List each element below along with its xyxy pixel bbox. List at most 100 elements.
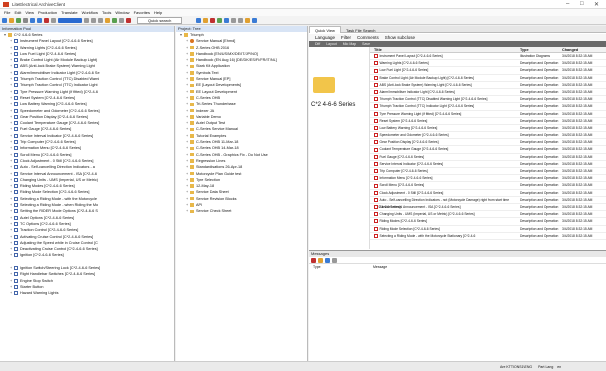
cut-icon[interactable] (84, 17, 89, 23)
table-row[interactable]: Auto - Self-cancelling Direction Indicat… (370, 197, 606, 209)
row-title-text: Triumph Traction Control (TTC) Indicator… (379, 104, 475, 109)
refresh-icon[interactable] (51, 17, 56, 23)
table-row[interactable]: Scroll Menu [C*2-4-6-6 Series] Descriptio… (370, 182, 606, 190)
table-row[interactable]: Alarm/Immobiliser Indicator Light [C*2-4… (370, 89, 606, 97)
tree-item[interactable]: + Hazard Warning Lights (0, 290, 174, 296)
menu-favorites[interactable]: Favorites (134, 10, 150, 15)
menu-window[interactable]: Window (115, 10, 129, 15)
paste-icon[interactable] (98, 17, 103, 23)
row-changed: 3/4/2018 8:32:15 AM (562, 176, 593, 181)
new-icon[interactable] (2, 17, 7, 23)
menu-file[interactable]: File (4, 10, 10, 15)
close-button[interactable]: ✕ (594, 1, 599, 8)
minimize-button[interactable]: – (566, 1, 569, 7)
comments-button[interactable]: Comments (357, 35, 379, 40)
menu-workflow[interactable]: Workflow (82, 10, 98, 15)
table-row[interactable]: Triumph Traction Control (TTC) Indicator… (370, 103, 606, 111)
search-icon[interactable] (196, 17, 202, 23)
forward-icon[interactable] (37, 17, 42, 23)
layout-button[interactable]: Layout (326, 42, 337, 46)
table-row[interactable]: Clock Adjustment - 0 Still [C*2-4-6-6 Se… (370, 190, 606, 197)
save-button[interactable]: Save (362, 42, 370, 46)
document-icon (14, 102, 18, 107)
table-row[interactable]: Reset System [C*2-4-6-6 Series] Descripti… (370, 118, 606, 125)
folder-icon (190, 89, 194, 94)
tab-quick-view[interactable]: Quick View (309, 26, 341, 33)
folder-icon (190, 71, 194, 75)
menu-translate[interactable]: Translate (61, 10, 78, 15)
settings-icon[interactable] (119, 17, 124, 23)
table-row[interactable]: ABS (Anti-lock Brake System) Warning Lig… (370, 82, 606, 89)
tree-item-label: Standardisations 26-Apr-18 (196, 165, 243, 170)
translate-icon[interactable] (224, 17, 230, 23)
folder-icon[interactable] (105, 17, 110, 23)
export-icon[interactable] (203, 17, 209, 23)
row-changed: 3/4/2018 8:32:15 AM (562, 204, 593, 209)
table-row[interactable]: Warning Lights [C*2-4-6-6 Series] Descrip… (370, 60, 606, 68)
tree-item-label: Service Data Sheet (196, 190, 229, 195)
show-subclose-button[interactable]: Show subclose (385, 35, 415, 40)
info-filter-icon[interactable] (325, 257, 330, 263)
clear-icon[interactable] (332, 257, 337, 263)
table-row[interactable]: Information Menu [C*2-4-6-6 Series] Descr… (370, 175, 606, 183)
document-icon (14, 190, 18, 195)
menu-help[interactable]: Help (154, 10, 162, 15)
tree-item[interactable]: + Service Check Sheet (176, 208, 307, 214)
table-row[interactable]: Triumph Traction Control (TTC) Disabled … (370, 96, 606, 104)
table-row[interactable]: Low Fuel Light [C*2-4-6-6 Series] Descrip… (370, 67, 606, 75)
quick-search-input[interactable]: Quick search (137, 16, 183, 24)
filter-button[interactable]: Filter (341, 35, 351, 40)
table-row[interactable]: Service Interval Indicator [C*2-4-6-6 Se… (370, 161, 606, 168)
row-type: Description and Operation (520, 212, 559, 217)
back-icon[interactable] (30, 17, 35, 23)
table-row[interactable]: Instrument Panel Layout [C*2-4-6-6 Serie… (370, 53, 606, 61)
table-row[interactable]: Tyre Pressure Warning Light (if fitted) … (370, 111, 606, 118)
table-row[interactable]: Changing Units - UMS (Imperial, US or Me… (370, 211, 606, 219)
table-row[interactable]: Gear Position Display [C*2-4-6-6 Series]… (370, 139, 606, 147)
print-icon[interactable] (23, 17, 28, 23)
diff-button[interactable]: Diff (315, 42, 320, 46)
compare-icon[interactable] (231, 17, 237, 23)
delete-icon[interactable] (44, 17, 49, 23)
tree-item-label: Adjusting the Speed while in Cruise Cont… (20, 240, 98, 245)
language-button[interactable]: Language (315, 35, 335, 40)
open-icon[interactable] (9, 17, 14, 23)
menu-view[interactable]: View (25, 10, 34, 15)
error-filter-icon[interactable] (311, 257, 316, 263)
row-title-text: Triumph Traction Control (TTC) Disabled … (379, 97, 488, 102)
stop-icon[interactable] (126, 17, 131, 23)
folder-icon (190, 96, 194, 100)
table-row[interactable]: Coolant Temperature Gauge [C*2-4-6-6 Ser… (370, 146, 606, 154)
warning-filter-icon[interactable] (318, 257, 323, 263)
table-row[interactable]: Speedometer and Odometer [C*2-4-6-6 Seri… (370, 132, 606, 140)
menu-edit[interactable]: Edit (14, 10, 21, 15)
save-icon[interactable] (16, 17, 21, 23)
row-changed: 3/4/2018 8:32:15 AM (562, 54, 593, 58)
table-row[interactable]: Low Battery Warning [C*2-4-6-6 Series] De… (370, 125, 606, 133)
table-row[interactable]: Riding Mode Selection [C*2-4-6-6 Series]… (370, 226, 606, 233)
star-icon[interactable] (245, 17, 251, 23)
tab-task-file-search[interactable]: Task File Search (341, 27, 381, 34)
table-row[interactable]: Riding Modes [C*2-4-6-6 Series] Descripti… (370, 218, 606, 226)
folder-icon (190, 102, 194, 107)
table-row[interactable]: Fuel Gauge [C*2-4-6-6 Series] Description… (370, 154, 606, 161)
history-icon[interactable] (238, 17, 244, 23)
mio-map-button[interactable]: Mio Map (343, 42, 356, 46)
row-title-text: Speedometer and Odometer [C*2-4-6-6 Seri… (379, 133, 449, 138)
maximize-button[interactable]: □ (580, 1, 584, 7)
row-changed: 3/4/2018 8:32:15 AM (562, 125, 593, 130)
menu-tools[interactable]: Tools (102, 10, 111, 15)
help-icon[interactable] (252, 17, 258, 23)
menu-production[interactable]: Production (38, 10, 57, 15)
zoom-slider[interactable] (58, 17, 82, 23)
table-row[interactable]: Trip Computer [C*2-4-6-6 Series] Descript… (370, 168, 606, 176)
table-row[interactable]: Selecting a Riding Mode - with the Motor… (370, 233, 606, 240)
publish-icon[interactable] (217, 17, 223, 23)
table-row[interactable]: Brake Control Light (Air Module Backup L… (370, 75, 606, 82)
check-icon[interactable] (112, 17, 117, 23)
document-icon (14, 228, 18, 233)
pdf-icon[interactable] (210, 17, 216, 23)
copy-icon[interactable] (91, 17, 96, 23)
table-row[interactable]: Service Interval Announcement - ISA [C*2… (370, 204, 606, 212)
row-title-text: Warning Lights [C*2-4-6-6 Series] (379, 61, 429, 66)
